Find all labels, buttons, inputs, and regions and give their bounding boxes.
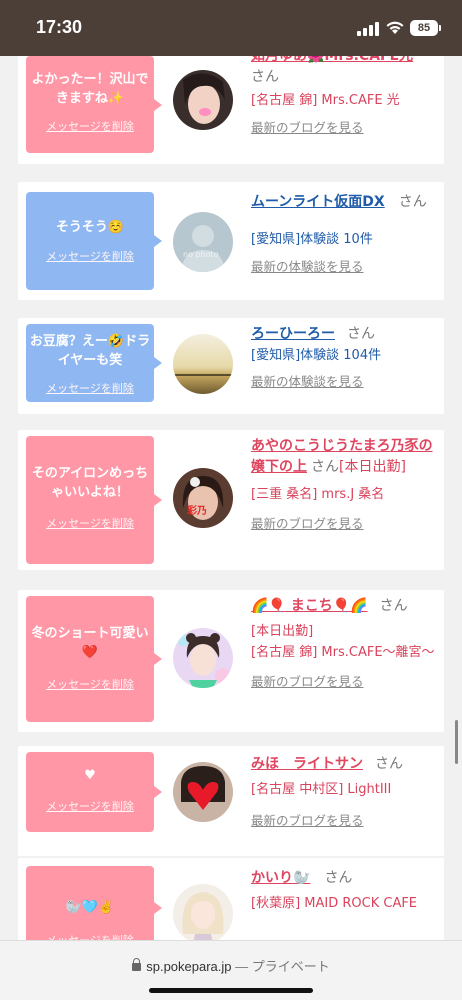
user-name-link[interactable]: ムーンライト仮面DX: [251, 194, 385, 210]
message-bubble: ♥ メッセージを削除: [26, 752, 162, 832]
message-card: ♥ メッセージを削除 みほ ライトサン さん [名古屋 中村区] LightIII…: [18, 746, 444, 856]
avatar[interactable]: [173, 334, 233, 394]
message-text: 🦭🩵✌️: [65, 900, 115, 915]
user-name-link[interactable]: かいり🦭: [251, 870, 310, 886]
message-bubble: そのアイロンめっちゃいいよね！ メッセージを削除: [26, 436, 162, 564]
delete-message-link[interactable]: メッセージを削除: [26, 248, 154, 264]
message-bubble: よかったー！沢山できますね✨ メッセージを削除: [26, 56, 162, 153]
url-text: sp.pokepara.jp: [146, 959, 232, 974]
shop-detail: [名古屋 錦] Mrs.CAFE 光: [251, 93, 400, 108]
latest-blog-link[interactable]: 最新のブログを見る: [251, 513, 441, 532]
honorific: さん: [324, 870, 353, 886]
wifi-icon: [386, 21, 404, 34]
user-name-link[interactable]: みほ ライトサン: [251, 756, 363, 772]
shop-detail: [本日出勤] [名古屋 錦] Mrs.CAFE〜離宮〜: [251, 624, 435, 660]
name-suffix: [本日出勤]: [339, 459, 406, 475]
latest-blog-link[interactable]: 最新のブログを見る: [251, 810, 441, 829]
message-card: そうそう☺️ メッセージを削除 no photo ムーンライト仮面DX さん [愛…: [18, 182, 444, 300]
latest-review-link[interactable]: 最新の体験談を見る: [251, 371, 441, 390]
review-count: [愛知県]体験談 104件: [251, 348, 382, 363]
message-bubble: 冬のショート可愛い❤️ メッセージを削除: [26, 596, 162, 722]
message-text: そうそう☺️: [55, 220, 125, 235]
avatar[interactable]: no photo: [173, 212, 233, 272]
message-bubble: お豆腐？えー🤣ドライヤーも笑 メッセージを削除: [26, 324, 162, 402]
message-card: そのアイロンめっちゃいいよね！ メッセージを削除 彩乃 あやのこうじうたまろ乃豕…: [18, 430, 444, 570]
avatar[interactable]: [173, 628, 233, 688]
honorific: さん: [398, 194, 427, 210]
delete-message-link[interactable]: メッセージを削除: [26, 798, 154, 814]
lock-icon: [132, 958, 142, 971]
cellular-signal-icon: [357, 22, 379, 36]
delete-message-link[interactable]: メッセージを削除: [26, 380, 154, 396]
shop-detail: [名古屋 中村区] LightIII: [251, 782, 392, 797]
user-name-link[interactable]: 🌈🎈 まこち🎈🌈: [251, 598, 368, 614]
no-photo-label: no photo: [183, 250, 219, 259]
svg-text:彩乃: 彩乃: [186, 504, 207, 517]
status-bar: 17:30 85: [0, 0, 462, 56]
message-text: お豆腐？えー🤣ドライヤーも笑: [29, 334, 151, 368]
message-card: お豆腐？えー🤣ドライヤーも笑 メッセージを削除 ろーひーろー さん [愛知県]体験…: [18, 318, 444, 414]
status-time: 17:30: [36, 17, 83, 37]
message-feed[interactable]: よかったー！沢山できますね✨ メッセージを削除 如月ゆあ🌺Mrs.CAFE光 さ…: [0, 56, 462, 940]
user-name-link[interactable]: 如月ゆあ🌺Mrs.CAFE光: [251, 56, 413, 64]
user-info: かいり🦭 さん [秋葉原] MAID ROCK CAFE: [251, 868, 441, 914]
message-text: そのアイロンめっちゃいいよね！: [31, 466, 149, 500]
review-count: [愛知県]体験談 10件: [251, 232, 373, 247]
browser-address-bar[interactable]: sp.pokepara.jp — プライベート: [0, 940, 462, 1000]
latest-review-link[interactable]: 最新の体験談を見る: [251, 256, 441, 275]
private-label: — プライベート: [235, 959, 330, 974]
message-text: 冬のショート可愛い❤️: [31, 626, 149, 660]
honorific: さん: [251, 69, 279, 85]
avatar[interactable]: 彩乃: [173, 468, 233, 528]
user-info: みほ ライトサン さん [名古屋 中村区] LightIII 最新のブログを見る: [251, 754, 441, 829]
latest-blog-link[interactable]: 最新のブログを見る: [251, 671, 441, 690]
avatar[interactable]: [173, 70, 233, 130]
home-indicator[interactable]: [149, 988, 313, 993]
honorific: さん: [375, 756, 403, 772]
user-name-link[interactable]: ろーひーろー: [251, 326, 335, 342]
honorific: さん: [347, 326, 375, 342]
message-card: 🦭🩵✌️ メッセージを削除 かいり🦭 さん [秋葉原] MAID ROCK CAF…: [18, 858, 444, 940]
latest-blog-link[interactable]: 最新のブログを見る: [251, 117, 441, 136]
message-bubble: 🦭🩵✌️ メッセージを削除: [26, 866, 162, 940]
battery-tip: [439, 25, 441, 31]
user-info: ムーンライト仮面DX さん [愛知県]体験談 10件 最新の体験談を見る: [251, 192, 441, 275]
user-info: 🌈🎈 まこち🎈🌈 さん [本日出勤] [名古屋 錦] Mrs.CAFE〜離宮〜 最…: [251, 596, 441, 690]
scrollbar[interactable]: [455, 720, 458, 764]
honorific: さん: [379, 598, 408, 614]
shop-detail: [秋葉原] MAID ROCK CAFE: [251, 896, 418, 911]
delete-message-link[interactable]: メッセージを削除: [26, 118, 154, 134]
avatar[interactable]: [173, 762, 233, 822]
delete-message-link[interactable]: メッセージを削除: [26, 676, 154, 692]
user-info: ろーひーろー さん [愛知県]体験談 104件 最新の体験談を見る: [251, 324, 441, 390]
message-bubble: そうそう☺️ メッセージを削除: [26, 192, 162, 290]
delete-message-link[interactable]: メッセージを削除: [26, 932, 154, 940]
message-card: 冬のショート可愛い❤️ メッセージを削除 🌈🎈 まこち🎈🌈 さん [本日出勤] […: [18, 590, 444, 732]
shop-detail: [三重 桑名] mrs.J 桑名: [251, 487, 385, 502]
url-display[interactable]: sp.pokepara.jp — プライベート: [0, 956, 462, 975]
battery-icon: 85: [410, 20, 438, 36]
user-info: あやのこうじうたまろ乃豕の嬢下の上 さん[本日出勤] [三重 桑名] mrs.J …: [251, 436, 441, 532]
message-card: よかったー！沢山できますね✨ メッセージを削除 如月ゆあ🌺Mrs.CAFE光 さ…: [18, 56, 444, 164]
message-text: よかったー！沢山できますね✨: [31, 72, 149, 106]
honorific: さん: [311, 459, 339, 475]
user-info: 如月ゆあ🌺Mrs.CAFE光 さん [名古屋 錦] Mrs.CAFE 光 最新の…: [251, 56, 441, 136]
avatar[interactable]: [173, 884, 233, 940]
delete-message-link[interactable]: メッセージを削除: [26, 515, 154, 531]
message-text: ♥: [84, 768, 96, 783]
